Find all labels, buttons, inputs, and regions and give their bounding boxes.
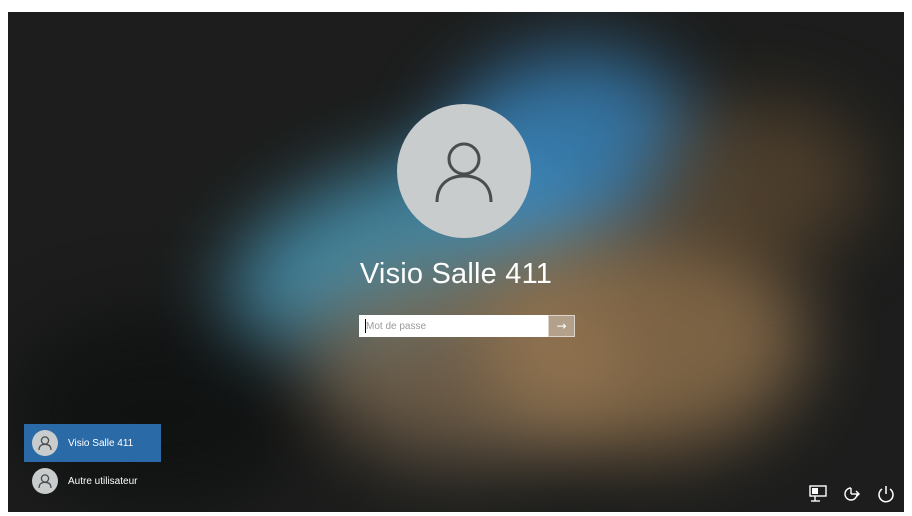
system-tray xyxy=(808,484,896,504)
password-field-group: → xyxy=(359,315,575,337)
user-list-item-label: Autre utilisateur xyxy=(68,475,138,487)
power-icon[interactable] xyxy=(876,484,896,504)
user-list-item-other-user[interactable]: Autre utilisateur xyxy=(24,462,161,500)
user-list: Visio Salle 411 Autre utilisateur xyxy=(24,424,161,500)
user-icon xyxy=(435,142,493,203)
password-input[interactable] xyxy=(359,315,548,337)
background-blur xyxy=(648,102,868,262)
arrow-right-icon: → xyxy=(556,319,567,333)
user-list-item-visio-salle[interactable]: Visio Salle 411 xyxy=(24,424,161,462)
user-icon xyxy=(32,468,58,494)
network-icon[interactable] xyxy=(808,484,828,504)
user-avatar xyxy=(397,104,531,238)
user-icon xyxy=(32,430,58,456)
ease-of-access-icon[interactable] xyxy=(842,484,862,504)
submit-arrow-button[interactable]: → xyxy=(548,315,575,337)
user-list-item-label: Visio Salle 411 xyxy=(68,437,134,449)
username-label: Visio Salle 411 xyxy=(359,258,553,290)
text-caret xyxy=(365,319,366,333)
login-screen: Visio Salle 411 → Visio Salle 411 Autre … xyxy=(8,12,904,512)
